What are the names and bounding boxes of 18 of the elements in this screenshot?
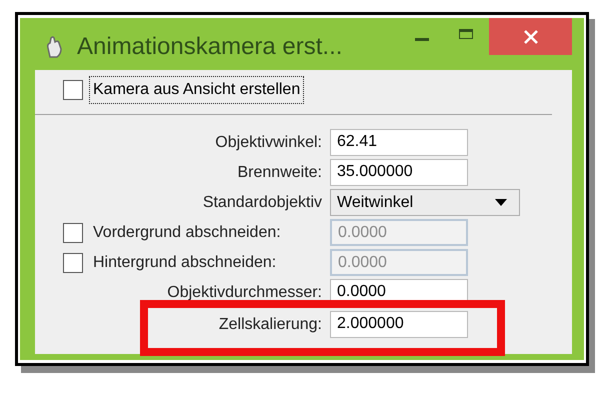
checkbox-label[interactable]: Kamera aus Ansicht erstellen: [89, 76, 304, 104]
close-button[interactable]: [489, 18, 572, 55]
input-field[interactable]: 2.000000: [330, 311, 468, 338]
checkbox[interactable]: [63, 80, 83, 100]
caret-icon: [495, 199, 507, 206]
field-label: Standardobjektiv: [202, 194, 322, 212]
input-field[interactable]: 62.41: [330, 129, 468, 156]
field-label: Zellskalierung:: [218, 316, 322, 334]
field-label: Hintergrund abschneiden:: [93, 254, 276, 272]
window-title: Animationskamera erst...: [77, 33, 342, 61]
field-label: Vordergrund abschneiden:: [93, 224, 281, 242]
hand-icon: [45, 35, 63, 59]
field-label: Objektivdurchmesser:: [167, 284, 322, 302]
dropdown[interactable]: Weitwinkel: [330, 189, 520, 216]
field-label: Objektivwinkel:: [215, 134, 322, 152]
close-icon: [522, 28, 538, 44]
input-field[interactable]: 35.000000: [330, 159, 468, 186]
field-label: Brennweite:: [238, 164, 322, 182]
